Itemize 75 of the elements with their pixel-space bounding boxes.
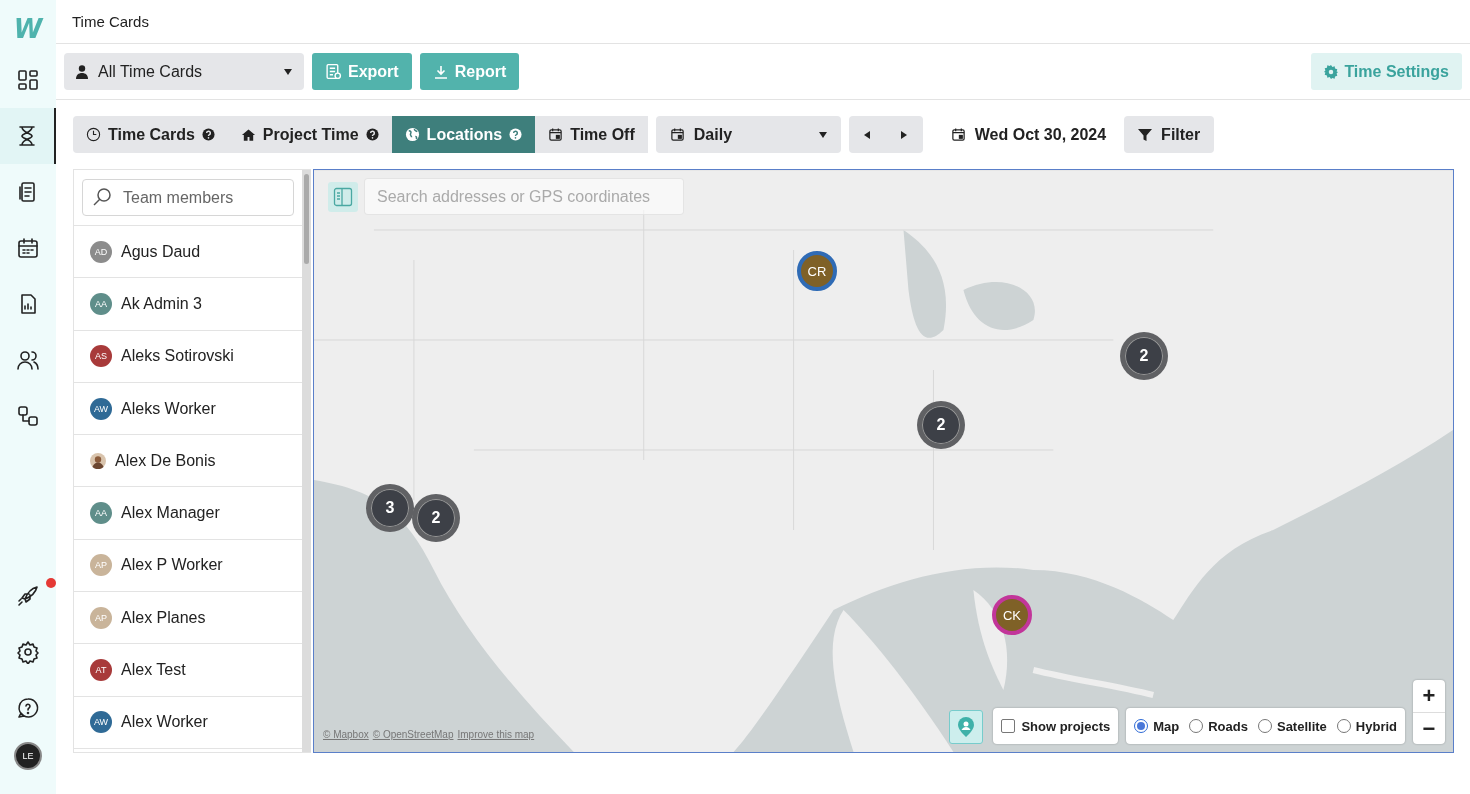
time-cards-dropdown[interactable]: All Time Cards [64,53,304,90]
member-avatar: AA [90,292,112,315]
team-member[interactable]: AP Alex P Worker [74,539,302,593]
caret-icon [284,68,292,75]
people-icon [16,348,40,372]
filter-icon [1138,127,1153,142]
zoom-in-button[interactable]: + [1413,680,1445,712]
person-icon [76,64,88,79]
map-type-option[interactable]: Map [1134,718,1180,734]
calendar-icon [950,127,966,142]
member-avatar: AW [90,397,112,420]
person-pin-icon [958,717,975,737]
team-member[interactable]: AA Ak Admin 3 [74,278,302,331]
tab[interactable]: Time Cards [73,116,228,153]
member-avatar: AP [90,554,112,577]
zoom-out-button[interactable]: − [1413,712,1445,744]
settings-icon [16,640,40,664]
dashboard-icon [16,68,40,92]
download-icon [432,63,449,80]
team-member[interactable]: AD Agus Daud [74,226,302,279]
member-avatar: AS [90,345,112,368]
member-avatar: AA [90,502,112,525]
calendar-icon [16,236,40,260]
filter-button[interactable]: Filter [1124,116,1215,153]
team-member[interactable]: AS Aleks Sotirovski [74,330,302,383]
member-name: Alex Test [121,661,186,679]
address-search-field[interactable]: Search addresses or GPS coordinates [364,178,684,215]
member-name: Alex De Bonis [115,451,216,470]
member-name: Alex Planes [121,608,206,627]
map-type-option[interactable]: Roads [1189,718,1248,734]
member-avatar: AP [90,606,112,629]
app-logo: W [13,14,43,44]
member-avatar: AT [90,659,112,681]
team-member[interactable]: AP Alex Planes [74,592,302,645]
export-icon [325,63,342,80]
user-avatar[interactable]: LE [14,742,42,770]
rocket-icon [16,584,40,608]
map-type-option[interactable]: Hybrid [1336,718,1397,734]
member-name: Alex Worker [121,713,208,732]
nav-item[interactable] [0,108,56,164]
team-member[interactable]: AT Alex Test [74,644,302,697]
home-icon [240,127,256,142]
member-avatar [90,452,106,469]
member-avatar: AD [90,240,112,263]
member-avatar: AW [90,711,112,734]
tab[interactable]: Project Time [227,116,392,153]
period-dropdown[interactable]: Daily [655,116,841,153]
team-search-field[interactable]: Team members [82,179,294,216]
search-icon [92,187,112,207]
caret-icon [818,131,827,138]
calendar-icon [669,127,685,142]
date-label[interactable]: Wed Oct 30, 2024 [974,125,1107,144]
scrollbar[interactable] [302,170,311,752]
globe-icon [404,127,420,142]
clock-icon [86,127,101,142]
member-name: Aleks Sotirovski [121,347,234,366]
tab[interactable]: Locations [391,116,536,153]
workflow-icon [16,404,40,428]
panel-toggle-button[interactable] [328,181,358,212]
team-member[interactable]: AW Aleks Worker [74,382,302,436]
map-type-option[interactable]: Satellite [1257,718,1327,734]
settings-icon [1324,64,1339,79]
panel-icon [333,186,353,207]
location-pin-button[interactable] [949,710,984,744]
member-name: Alex P Worker [121,556,223,575]
member-name: Alex Manager [121,504,220,523]
calendar-icon [548,127,564,142]
team-member[interactable]: AW Alex Worker [74,696,302,749]
tab[interactable]: Time Off [535,116,648,153]
team-member[interactable]: AA Alex Manager [74,487,302,540]
member-name: Aleks Worker [121,399,216,418]
help-icon [16,696,40,720]
page-title: Time Cards [72,13,149,30]
member-name: Ak Admin 3 [121,294,202,313]
member-name: Agus Daud [121,242,201,261]
